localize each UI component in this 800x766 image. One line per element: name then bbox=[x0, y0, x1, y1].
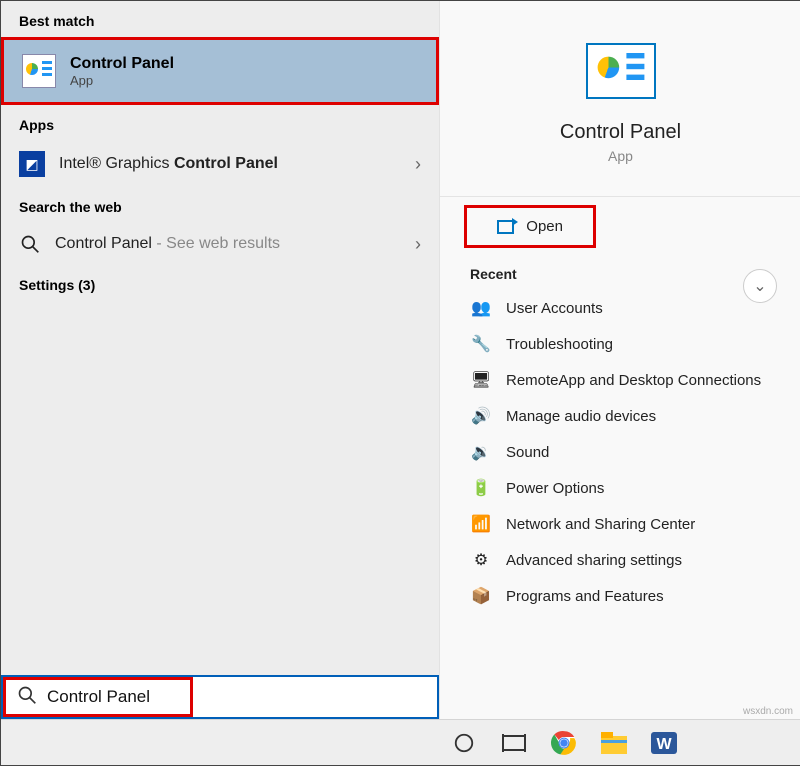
expand-button[interactable]: ⌄ bbox=[743, 269, 777, 303]
control-panel-icon bbox=[22, 54, 56, 88]
watermark: wsxdn.com bbox=[743, 706, 793, 717]
open-button[interactable]: Open bbox=[464, 205, 596, 248]
wrench-icon: 🔧 bbox=[470, 333, 492, 355]
svg-text:W: W bbox=[656, 736, 672, 753]
best-match-result[interactable]: Control Panel App bbox=[1, 37, 439, 105]
speaker-icon: 🔊 bbox=[470, 405, 492, 427]
sound-icon: 🔉 bbox=[470, 441, 492, 463]
results-panel: Best match Control Panel App Apps ◩ Inte… bbox=[1, 1, 439, 721]
chrome-icon[interactable] bbox=[545, 724, 583, 762]
open-icon bbox=[497, 220, 514, 234]
search-value: Control Panel bbox=[47, 687, 437, 707]
app-result-intel-graphics[interactable]: ◩ Intel® Graphics Control Panel › bbox=[1, 141, 439, 187]
search-web-label: Search the web bbox=[1, 187, 439, 223]
recent-item[interactable]: 🔋Power Options bbox=[440, 470, 800, 506]
preview-hero: Control Panel App bbox=[440, 1, 800, 188]
recent-item[interactable]: ⚙Advanced sharing settings bbox=[440, 542, 800, 578]
recent-item[interactable]: 📦Programs and Features bbox=[440, 578, 800, 614]
preview-title: Control Panel bbox=[560, 121, 681, 144]
chevron-right-icon[interactable]: › bbox=[415, 154, 421, 175]
apps-label: Apps bbox=[1, 105, 439, 141]
recent-item[interactable]: 📶Network and Sharing Center bbox=[440, 506, 800, 542]
recent-item[interactable]: 🔊Manage audio devices bbox=[440, 398, 800, 434]
settings-label[interactable]: Settings (3) bbox=[1, 265, 439, 305]
preview-subtitle: App bbox=[608, 148, 633, 164]
best-match-title: Control Panel bbox=[70, 55, 174, 73]
users-icon: 👥 bbox=[470, 297, 492, 319]
remote-icon: 🖥 bbox=[470, 369, 492, 391]
recent-item[interactable]: 🔧Troubleshooting bbox=[440, 326, 800, 362]
search-input[interactable]: Control Panel bbox=[1, 675, 439, 719]
chevron-right-icon[interactable]: › bbox=[415, 234, 421, 255]
control-panel-icon-large bbox=[586, 43, 656, 99]
file-explorer-icon[interactable] bbox=[595, 724, 633, 762]
web-result[interactable]: Control Panel - See web results › bbox=[1, 223, 439, 265]
divider bbox=[440, 196, 800, 197]
intel-icon: ◩ bbox=[19, 151, 45, 177]
task-view-icon[interactable] bbox=[495, 724, 533, 762]
best-match-label: Best match bbox=[1, 1, 439, 37]
search-icon bbox=[17, 685, 37, 710]
preview-panel: Control Panel App Open ⌄ Recent 👥User Ac… bbox=[439, 1, 800, 721]
taskbar: W bbox=[1, 719, 800, 765]
box-icon: 📦 bbox=[470, 585, 492, 607]
search-icon bbox=[19, 233, 41, 255]
battery-icon: 🔋 bbox=[470, 477, 492, 499]
recent-item[interactable]: 🔉Sound bbox=[440, 434, 800, 470]
cortana-icon[interactable] bbox=[445, 724, 483, 762]
word-icon[interactable]: W bbox=[645, 724, 683, 762]
recent-item[interactable]: 🖥RemoteApp and Desktop Connections bbox=[440, 362, 800, 398]
gear-icon: ⚙ bbox=[470, 549, 492, 571]
recent-list: 👥User Accounts 🔧Troubleshooting 🖥RemoteA… bbox=[440, 290, 800, 614]
best-match-subtitle: App bbox=[70, 73, 174, 88]
network-icon: 📶 bbox=[470, 513, 492, 535]
